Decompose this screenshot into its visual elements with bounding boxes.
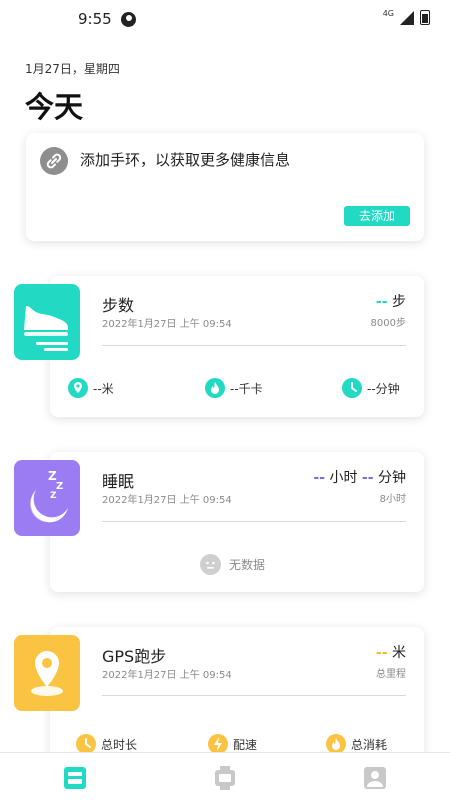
watch-icon <box>215 766 235 790</box>
profile-icon <box>364 767 386 789</box>
bottom-nav <box>0 752 450 800</box>
svg-text:Z: Z <box>56 481 63 492</box>
steps-distance-text: --米 <box>93 381 114 396</box>
gps-calories-text: 总消耗 <box>351 737 388 752</box>
add-device-button[interactable]: 去添加 <box>344 206 410 226</box>
sleep-hours-dashes: -- <box>313 470 326 486</box>
no-data: 无数据 <box>200 554 265 575</box>
divider <box>102 695 406 696</box>
network-label: 4G <box>382 9 394 18</box>
nav-dashboard[interactable] <box>63 766 87 790</box>
no-data-text: 无数据 <box>229 558 266 572</box>
sad-face-icon <box>200 554 221 575</box>
sleep-value: -- 小时 -- 分钟 <box>313 467 406 487</box>
date-label: 1月27日，星期四 <box>25 62 120 76</box>
steps-unit: 步 <box>392 294 406 310</box>
nav-device[interactable] <box>213 766 237 790</box>
steps-value-dashes: -- <box>375 294 388 310</box>
steps-title: 步数 <box>102 296 135 315</box>
notification-icon <box>121 12 136 27</box>
sleep-card[interactable]: 睡眠 2022年1月27日 上午 09:54 -- 小时 -- 分钟 8小时 无… <box>50 452 424 592</box>
divider <box>102 345 406 346</box>
shoe-icon <box>14 284 80 360</box>
flame-icon <box>205 378 225 398</box>
gps-card[interactable]: GPS跑步 2022年1月27日 上午 09:54 -- 米 总里程 总时长 配… <box>50 627 424 767</box>
steps-duration-text: --分钟 <box>367 381 400 396</box>
status-right: 4G <box>382 9 430 25</box>
gps-calories: 总消耗 <box>326 734 387 754</box>
signal-icon <box>400 10 414 25</box>
gps-total-time: 总时长 <box>76 734 137 754</box>
sleep-goal: 8小时 <box>379 494 406 505</box>
link-icon <box>40 147 68 175</box>
page-title: 今天 <box>25 90 84 124</box>
clock-icon <box>342 378 362 398</box>
status-time: 9:55 <box>78 10 112 28</box>
steps-goal: 8000步 <box>370 318 406 329</box>
divider <box>102 521 406 522</box>
gps-time: 2022年1月27日 上午 09:54 <box>102 670 232 681</box>
sleep-time: 2022年1月27日 上午 09:54 <box>102 495 232 506</box>
sleep-title: 睡眠 <box>102 472 135 491</box>
moon-icon: Z Z Z <box>14 460 80 536</box>
steps-distance: --米 <box>68 378 114 398</box>
dashboard-icon <box>64 767 86 789</box>
steps-time: 2022年1月27日 上午 09:54 <box>102 319 232 330</box>
clock-icon <box>76 734 96 754</box>
location-pin-icon <box>68 378 88 398</box>
gps-title: GPS跑步 <box>102 647 167 666</box>
steps-calories-text: --千卡 <box>230 381 263 396</box>
add-device-card[interactable]: 添加手环，以获取更多健康信息 去添加 <box>26 133 424 241</box>
map-pin-icon <box>14 635 80 711</box>
gps-value: -- 米 <box>376 642 406 662</box>
steps-card[interactable]: 步数 2022年1月27日 上午 09:54 -- 步 8000步 --米 --… <box>50 276 424 417</box>
sleep-minutes-dashes: -- <box>361 470 374 486</box>
gps-value-dashes: -- <box>375 645 388 661</box>
add-device-text: 添加手环，以获取更多健康信息 <box>80 151 291 169</box>
sleep-hours-unit: 小时 <box>329 470 358 486</box>
steps-calories: --千卡 <box>205 378 263 398</box>
lightning-icon <box>208 734 228 754</box>
steps-duration: --分钟 <box>342 378 400 398</box>
svg-text:Z: Z <box>50 491 57 501</box>
gps-unit: 米 <box>392 645 406 661</box>
gps-total-time-text: 总时长 <box>101 737 138 752</box>
nav-profile[interactable] <box>363 766 387 790</box>
battery-icon <box>420 10 430 25</box>
gps-pace: 配速 <box>208 734 257 754</box>
gps-pace-text: 配速 <box>233 737 258 752</box>
sleep-minutes-unit: 分钟 <box>378 470 406 486</box>
flame-icon <box>326 734 346 754</box>
gps-sub: 总里程 <box>376 669 406 680</box>
status-bar: 9:55 4G <box>0 0 450 38</box>
steps-value: -- 步 <box>376 291 406 311</box>
